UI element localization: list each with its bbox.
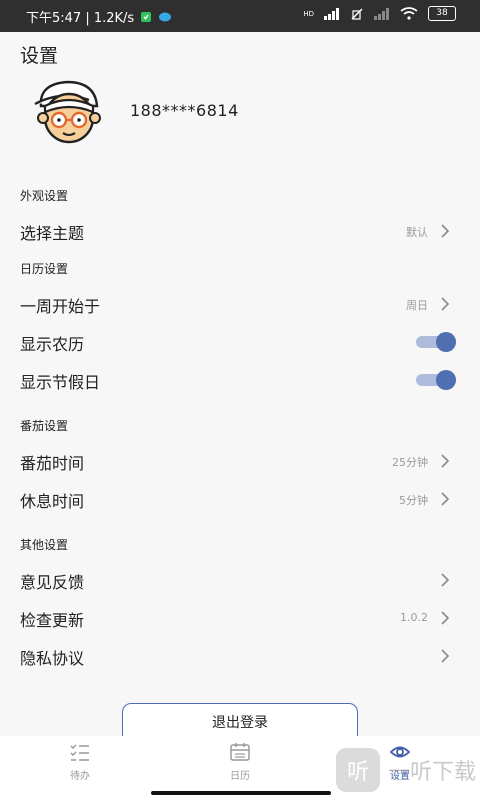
status-right: HD 38 xyxy=(303,6,456,21)
check-update-row[interactable]: 检查更新 1.0.2 xyxy=(0,600,480,636)
tab-calendar[interactable]: 日历 xyxy=(210,741,270,782)
feedback-label: 意见反馈 xyxy=(20,573,85,592)
theme-row[interactable]: 选择主题 默认 xyxy=(0,213,480,249)
focus-time-row[interactable]: 番茄时间 25分钟 xyxy=(0,443,480,479)
watermark-logo-icon: 听 xyxy=(335,748,380,792)
bird-icon xyxy=(159,12,172,21)
avatar[interactable] xyxy=(31,76,107,148)
todo-list-icon xyxy=(70,744,89,761)
chevron-right-icon xyxy=(441,649,450,663)
holiday-label: 显示节假日 xyxy=(20,373,101,392)
section-calendar-title: 日历设置 xyxy=(20,262,69,276)
shield-icon xyxy=(141,11,152,22)
chevron-right-icon xyxy=(441,573,450,587)
holiday-row: 显示节假日 xyxy=(0,362,480,398)
toggle-knob xyxy=(436,370,456,390)
signal-icon xyxy=(324,7,339,20)
phone-number: 188****6814 xyxy=(130,101,239,120)
network-label: HD xyxy=(303,9,314,18)
privacy-row[interactable]: 隐私协议 xyxy=(0,638,480,674)
watermark-text: 一听下载 xyxy=(387,760,476,785)
rest-time-row[interactable]: 休息时间 5分钟 xyxy=(0,481,480,517)
chevron-right-icon xyxy=(441,492,450,506)
lunar-label: 显示农历 xyxy=(20,335,85,354)
holiday-toggle[interactable] xyxy=(416,370,456,390)
no-sim-icon xyxy=(351,7,363,20)
check-update-label: 检查更新 xyxy=(20,611,85,630)
rest-time-value: 5分钟 xyxy=(399,494,428,507)
focus-time-value: 25分钟 xyxy=(392,456,428,469)
week-start-label: 一周开始于 xyxy=(20,297,101,316)
chevron-right-icon xyxy=(441,224,450,238)
lunar-row: 显示农历 xyxy=(0,324,480,360)
chevron-right-icon xyxy=(441,611,450,625)
theme-label: 选择主题 xyxy=(20,224,85,243)
lunar-toggle[interactable] xyxy=(416,332,456,352)
toggle-knob xyxy=(436,332,456,352)
week-start-value: 周日 xyxy=(406,299,428,312)
home-indicator[interactable] xyxy=(151,791,331,795)
feedback-row[interactable]: 意见反馈 xyxy=(0,562,480,598)
calendar-icon xyxy=(230,743,250,761)
section-appearance-title: 外观设置 xyxy=(20,189,69,203)
status-bar: 下午5:47 | 1.2K/s HD 38 xyxy=(0,0,480,32)
page-title: 设置 xyxy=(20,45,59,67)
wifi-icon xyxy=(400,7,418,20)
chevron-right-icon xyxy=(441,297,450,311)
watermark: 听 一听下载 xyxy=(308,744,480,796)
theme-value: 默认 xyxy=(406,226,428,239)
week-start-row[interactable]: 一周开始于 周日 xyxy=(0,286,480,322)
version-value: 1.0.2 xyxy=(400,611,428,624)
status-left: 下午5:47 | 1.2K/s xyxy=(26,7,172,26)
rest-time-label: 休息时间 xyxy=(20,492,85,511)
tab-todo[interactable]: 待办 xyxy=(50,741,110,782)
chevron-right-icon xyxy=(441,454,450,468)
privacy-label: 隐私协议 xyxy=(20,649,85,668)
tab-todo-label: 待办 xyxy=(70,771,90,782)
signal-empty-icon xyxy=(374,7,389,20)
section-other-title: 其他设置 xyxy=(20,538,69,552)
focus-time-label: 番茄时间 xyxy=(20,454,85,473)
status-time-speed: 下午5:47 | 1.2K/s xyxy=(26,11,135,26)
tab-calendar-label: 日历 xyxy=(230,771,250,782)
section-pomodoro-title: 番茄设置 xyxy=(20,419,69,433)
battery-icon: 38 xyxy=(428,6,456,21)
